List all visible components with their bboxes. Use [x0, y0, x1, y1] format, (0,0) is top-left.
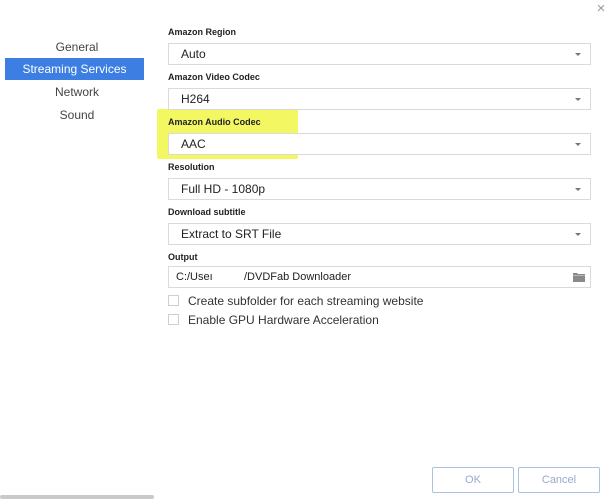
- gpu-checkbox[interactable]: [168, 314, 179, 325]
- resolution-label: Resolution: [168, 162, 215, 172]
- output-path-field[interactable]: C:/Useı /DVDFab Downloader: [168, 266, 591, 288]
- chevron-down-icon: [575, 233, 581, 236]
- chevron-down-icon: [575, 188, 581, 191]
- sidebar-item-network[interactable]: Network: [0, 81, 154, 103]
- amazon-video-codec-label: Amazon Video Codec: [168, 72, 260, 82]
- amazon-region-value: Auto: [181, 47, 206, 61]
- amazon-region-label: Amazon Region: [168, 27, 237, 37]
- amazon-video-codec-value: H264: [181, 92, 210, 106]
- settings-panel: Amazon Region Auto Amazon Video Codec H2…: [168, 0, 592, 500]
- subfolder-checkbox[interactable]: [168, 295, 179, 306]
- close-icon[interactable]: ×: [594, 1, 608, 17]
- gpu-label: Enable GPU Hardware Acceleration: [188, 313, 379, 327]
- ok-button[interactable]: OK: [432, 467, 514, 493]
- download-subtitle-value: Extract to SRT File: [181, 227, 282, 241]
- horizontal-scrollbar[interactable]: [0, 495, 154, 499]
- subfolder-label: Create subfolder for each streaming webs…: [188, 294, 424, 308]
- output-label: Output: [168, 252, 198, 262]
- amazon-audio-codec-label: Amazon Audio Codec: [168, 117, 261, 127]
- amazon-region-select[interactable]: Auto: [168, 43, 591, 65]
- subfolder-option[interactable]: Create subfolder for each streaming webs…: [168, 293, 428, 309]
- resolution-value: Full HD - 1080p: [181, 182, 266, 196]
- output-path-start: C:/Useı: [176, 271, 213, 283]
- gpu-option[interactable]: Enable GPU Hardware Acceleration: [168, 312, 388, 328]
- download-subtitle-label: Download subtitle: [168, 207, 246, 217]
- folder-icon[interactable]: [573, 272, 585, 282]
- chevron-down-icon: [575, 143, 581, 146]
- resolution-select[interactable]: Full HD - 1080p: [168, 178, 591, 200]
- amazon-audio-codec-value: AAC: [181, 137, 206, 151]
- chevron-down-icon: [575, 53, 581, 56]
- download-subtitle-select[interactable]: Extract to SRT File: [168, 223, 591, 245]
- sidebar-item-general[interactable]: General: [0, 36, 154, 58]
- amazon-audio-codec-select[interactable]: AAC: [168, 133, 591, 155]
- cancel-button[interactable]: Cancel: [518, 467, 600, 493]
- sidebar-item-sound[interactable]: Sound: [0, 104, 154, 126]
- sidebar-item-streaming-services[interactable]: Streaming Services: [5, 58, 144, 80]
- output-path-end: /DVDFab Downloader: [244, 271, 351, 283]
- chevron-down-icon: [575, 98, 581, 101]
- amazon-video-codec-select[interactable]: H264: [168, 88, 591, 110]
